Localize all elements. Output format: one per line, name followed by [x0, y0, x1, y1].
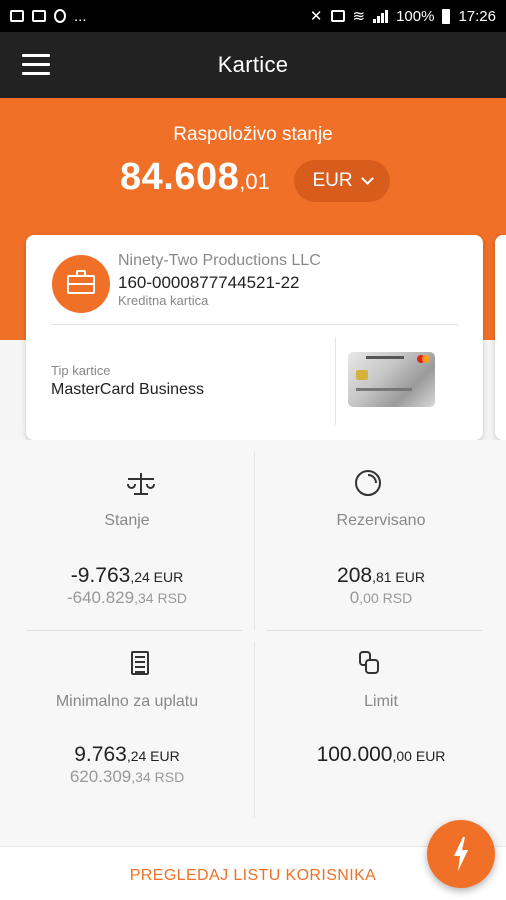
balance-amount-main: 84.608: [120, 156, 240, 198]
status-bar: ... ✕ ≋ 100% 17:26: [0, 0, 506, 32]
stat-rezervisano-values: 208,81 EUR 0,00 RSD: [254, 564, 506, 608]
page-title: Kartice: [217, 52, 289, 77]
stat-label: Stanje: [104, 512, 150, 529]
stat-minimalno: Minimalno za uplatu: [0, 693, 254, 711]
currency-selector[interactable]: EUR: [294, 160, 390, 202]
stat-stanje: Stanje: [0, 512, 254, 530]
stat-label: Minimalno za uplatu: [55, 693, 199, 710]
clock-icon: [355, 470, 381, 496]
stat-rezervisano: Rezervisano: [254, 512, 506, 530]
stat-value-eur: -9.763,24 EUR: [70, 564, 184, 587]
divider: [266, 630, 482, 631]
divider: [26, 630, 242, 631]
signal-icon: [373, 9, 389, 23]
battery-percent: 100%: [396, 7, 435, 25]
document-icon: [131, 651, 149, 675]
menu-icon[interactable]: [22, 54, 50, 76]
balance-amount: 84.608,01: [120, 156, 270, 199]
stat-label: Rezervisano: [336, 512, 426, 529]
stat-limit: Limit: [254, 693, 506, 711]
balance-label: Raspoloživo stanje: [173, 124, 333, 145]
next-card-peek[interactable]: [495, 235, 506, 440]
credit-card-panel[interactable]: Ninety-Two Productions LLC 160-000087774…: [26, 235, 483, 440]
divider: [52, 324, 459, 325]
stat-value-eur: 208,81 EUR: [337, 564, 425, 587]
divider: [254, 642, 255, 818]
card-kind: Kreditna kartica: [118, 293, 209, 308]
clock-time: 17:26: [458, 7, 496, 25]
card-account-number: 160-0000877744521-22: [118, 273, 300, 292]
stat-label: Limit: [364, 693, 398, 710]
stat-value-rsd: 620.309,34 RSD: [69, 767, 185, 786]
card-type-value: MasterCard Business: [51, 381, 204, 398]
instagram-icon: [32, 10, 46, 22]
wifi-icon: ≋: [352, 8, 366, 25]
location-icon: [54, 9, 66, 23]
coins-icon: [359, 651, 379, 675]
mute-icon: ✕: [309, 8, 323, 25]
divider: [335, 337, 336, 425]
quick-action-button[interactable]: [427, 820, 495, 888]
battery-icon: [442, 8, 451, 24]
stat-limit-values: 100.000,00 EUR: [254, 743, 506, 767]
gallery-icon: [10, 10, 24, 22]
app-bar: Kartice: [0, 32, 506, 98]
more-notifications: ...: [74, 7, 87, 25]
stat-value-rsd: -640.829,34 RSD: [66, 588, 188, 607]
chevron-down-icon: [360, 172, 374, 185]
stat-stanje-values: -9.763,24 EUR -640.829,34 RSD: [0, 564, 254, 608]
stat-value-rsd: 0,00 RSD: [349, 588, 413, 607]
scale-icon: [127, 472, 155, 496]
card-image: [348, 352, 435, 407]
currency-label: EUR: [312, 170, 353, 191]
lightning-icon: [454, 837, 468, 871]
briefcase-icon: [52, 255, 110, 313]
stat-minimalno-values: 9.763,24 EUR 620.309,34 RSD: [0, 743, 254, 787]
stat-value-eur: 9.763,24 EUR: [74, 743, 180, 766]
card-holder-name: Ninety-Two Productions LLC: [118, 252, 321, 269]
balance-amount-decimals: ,01: [239, 169, 270, 194]
stat-value-eur: 100.000,00 EUR: [316, 743, 446, 766]
card-type-label: Tip kartice: [51, 363, 111, 378]
alarm-icon: [330, 10, 345, 22]
